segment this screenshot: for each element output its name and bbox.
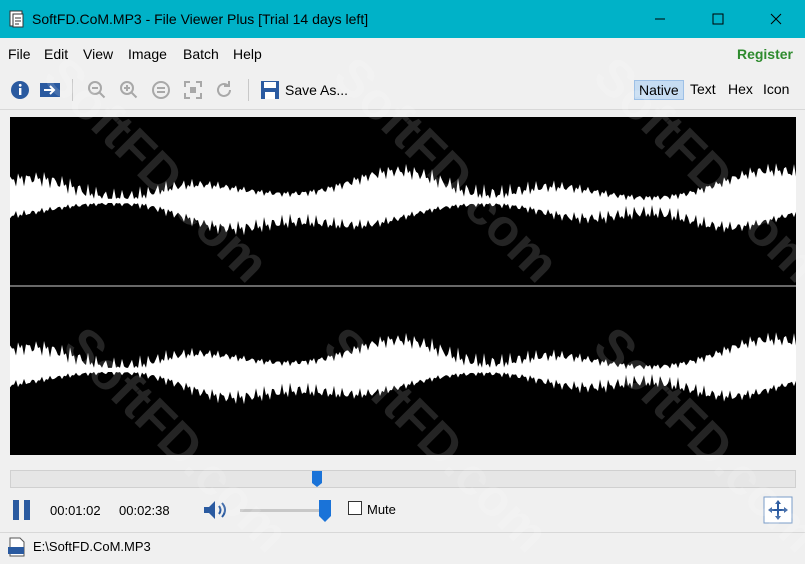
title-bar: SoftFD.CoM.MP3 - File Viewer Plus [Trial…	[0, 0, 805, 38]
total-duration: 00:02:38	[119, 503, 170, 518]
open-with-icon[interactable]	[39, 79, 61, 101]
tab-hex[interactable]: Hex	[724, 80, 757, 98]
mute-label[interactable]: Mute	[367, 502, 396, 517]
save-as-button[interactable]: Save As...	[285, 82, 348, 98]
mp3-file-icon	[8, 537, 25, 557]
toolbar-separator	[248, 79, 249, 101]
waveform-display[interactable]	[10, 117, 796, 455]
volume-thumb[interactable]	[318, 499, 332, 523]
seek-thumb[interactable]	[311, 470, 323, 488]
zoom-out-icon[interactable]	[86, 79, 108, 101]
maximize-icon	[712, 13, 724, 25]
file-path: E:\SoftFD.CoM.MP3	[33, 539, 151, 554]
fullscreen-icon[interactable]	[763, 496, 793, 524]
playback-controls: 00:01:02 00:02:38 Mute	[0, 492, 805, 528]
fit-to-window-icon[interactable]	[182, 79, 204, 101]
zoom-in-icon[interactable]	[118, 79, 140, 101]
menu-view[interactable]: View	[83, 46, 113, 62]
app-icon	[9, 10, 24, 28]
elapsed-time: 00:01:02	[50, 503, 101, 518]
seek-bar[interactable]	[10, 470, 796, 488]
menu-batch[interactable]: Batch	[183, 46, 219, 62]
menu-bar: File Edit View Image Batch Help Register	[0, 38, 805, 69]
register-link[interactable]: Register	[737, 46, 793, 62]
tab-icon[interactable]: Icon	[759, 80, 793, 98]
maximize-button[interactable]	[689, 0, 747, 38]
waveform-graphic	[10, 163, 796, 405]
tab-native[interactable]: Native	[634, 80, 684, 100]
window-title: SoftFD.CoM.MP3 - File Viewer Plus [Trial…	[32, 11, 369, 27]
close-icon	[770, 13, 782, 25]
minimize-icon	[655, 18, 665, 20]
toolbar: Save As... Native Text Hex Icon	[0, 69, 805, 110]
minimize-button[interactable]	[631, 0, 689, 38]
toolbar-separator	[72, 79, 73, 101]
menu-image[interactable]: Image	[128, 46, 167, 62]
rotate-icon[interactable]	[213, 79, 235, 101]
actual-size-icon[interactable]	[150, 79, 172, 101]
mute-checkbox[interactable]	[348, 501, 362, 515]
waveform-channel	[10, 163, 796, 236]
info-icon[interactable]	[9, 79, 31, 101]
menu-help[interactable]: Help	[233, 46, 262, 62]
status-bar: E:\SoftFD.CoM.MP3	[0, 532, 805, 560]
close-button[interactable]	[747, 0, 805, 38]
save-icon[interactable]	[259, 79, 281, 101]
waveform-channel	[10, 332, 796, 405]
volume-icon[interactable]	[202, 499, 232, 521]
pause-icon[interactable]	[11, 499, 33, 521]
menu-file[interactable]: File	[8, 46, 31, 62]
volume-slider[interactable]	[240, 509, 325, 512]
menu-edit[interactable]: Edit	[44, 46, 68, 62]
tab-text[interactable]: Text	[686, 80, 720, 98]
